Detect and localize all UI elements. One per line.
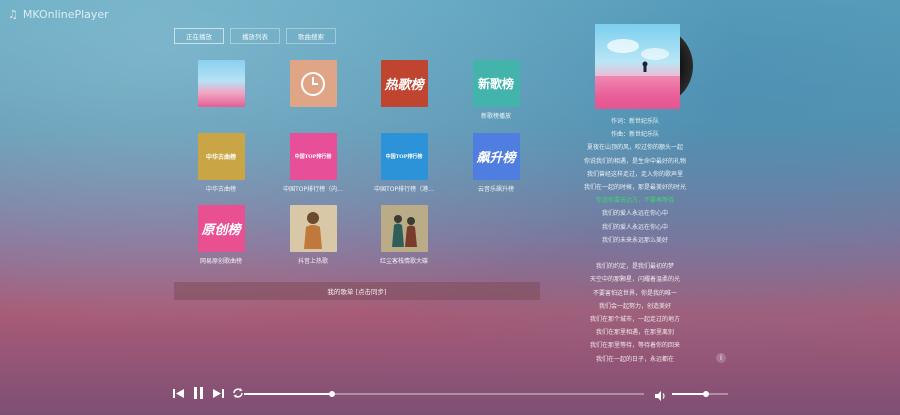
lyric-line: 你说我们的相遇，是生命中最好的礼物	[583, 157, 686, 165]
playlist-cover	[289, 205, 337, 252]
sync-status-bar[interactable]: 我的歌单 [点击同步]	[174, 282, 540, 300]
tab-now-playing[interactable]: 正在播放	[174, 28, 224, 44]
lyric-line-active: 你说你要去远方，不要再等待	[595, 197, 674, 205]
lyric-line: 天空中的那颗星，闪耀着温柔的光	[589, 276, 680, 284]
playlist-cover	[380, 205, 428, 252]
lyric-line: 作曲：新世纪乐队	[610, 131, 659, 139]
next-icon[interactable]	[212, 386, 224, 400]
playlist-label: 网易原创歌曲榜	[199, 258, 242, 265]
playlist-card[interactable]: 热歌榜	[373, 60, 435, 107]
playlist-cover: 飙升榜	[472, 133, 520, 180]
lyric-line	[560, 247, 710, 260]
playlist-cover	[197, 60, 245, 107]
playlist-cover: 中华古曲榜	[197, 133, 245, 180]
progress-fill	[244, 393, 332, 395]
volume-fill	[672, 393, 706, 395]
playlist-label: 中国TOP排行榜（内...	[283, 186, 343, 193]
lyric-line: 我们在那里相遇，在那里离别	[595, 329, 674, 337]
app-title-text: MKOnlinePlayer	[22, 8, 109, 21]
lyric-line: 我们的爱人永远在你心中	[601, 223, 668, 231]
playlist-cover: 热歌榜	[380, 60, 428, 107]
app-title: ♫ MKOnlinePlayer	[8, 8, 109, 21]
playlist-card[interactable]	[282, 60, 344, 107]
playlist-cover: 原创榜	[197, 205, 245, 252]
playlist-card[interactable]: 抖音上热歌	[282, 205, 344, 265]
playlist-card[interactable]: 新歌榜 新歌榜播放	[465, 60, 527, 120]
volume-slider[interactable]	[672, 391, 728, 397]
lyric-line: 我们曾经这样走过，走入你的歌声里	[586, 170, 683, 178]
volume-handle[interactable]	[702, 391, 709, 397]
playlist-card[interactable]: 原创榜 网易原创歌曲榜	[190, 205, 252, 265]
lyric-line: 不要害怕这世界，你是我的唯一	[592, 289, 677, 297]
playlist-label: 云音乐飙升榜	[477, 186, 514, 193]
playlist-label: 中国TOP排行榜（港...	[374, 186, 434, 193]
lyric-line: 我们的约定，是我们最初的梦	[595, 263, 674, 271]
pause-icon[interactable]	[192, 386, 204, 400]
album-cover	[595, 24, 680, 109]
album-cover-scene	[595, 39, 680, 109]
lyric-line: 我们在一起的日子，永远都在	[595, 355, 674, 363]
playlist-card[interactable]: 飙升榜 云音乐飙升榜	[465, 133, 527, 193]
previous-icon[interactable]	[172, 386, 184, 400]
playlist-card[interactable]: 中国TOP排行榜 中国TOP排行榜（港...	[373, 133, 435, 193]
playlist-label: 抖音上热歌	[297, 258, 328, 265]
progress-handle[interactable]	[329, 391, 335, 397]
playlist-cover: 中国TOP排行榜	[380, 133, 428, 180]
lyric-line: 我们在一起的时候，那是最美好的时光	[583, 184, 686, 192]
playlist-card[interactable]	[190, 60, 252, 107]
album-art	[595, 24, 695, 109]
lyric-line: 我们会一起努力，创造美好	[598, 302, 671, 310]
playlist-cover: 新歌榜	[472, 60, 520, 107]
playlist-label: 新歌榜播放	[480, 113, 511, 120]
person-figure-icon	[304, 211, 322, 249]
clock-icon	[301, 71, 325, 96]
music-note-icon: ♫	[8, 8, 18, 21]
lyric-line: 我们在那里等待，等待着你的回来	[589, 342, 680, 350]
lyric-line: 我们的未来永远那么美好	[601, 236, 668, 244]
lyric-line: 夏夜在山顶的风，吹过你的额头一起	[586, 144, 683, 152]
lyrics-panel: 作词：新世纪乐队 作曲：新世纪乐队夏夜在山顶的风，吹过你的额头一起 你说我们的相遇，…	[560, 115, 710, 366]
lyric-line: 我们在那个城市，一起走过的地方	[589, 316, 680, 324]
volume-icon[interactable]	[654, 387, 666, 401]
painting-figures-icon	[392, 214, 417, 247]
lyric-line: 我们的爱人永远在你心中	[601, 210, 668, 218]
playlist-label: 中华古曲榜	[205, 186, 236, 193]
playlist-card[interactable]: 中华古曲榜 中华古曲榜	[190, 133, 252, 193]
playlist-label: 红尘客栈情歌大碟	[379, 258, 428, 265]
playlist-cover: 中国TOP排行榜	[289, 133, 337, 180]
progress-bar[interactable]	[244, 391, 644, 397]
repeat-icon[interactable]	[232, 386, 244, 400]
tab-bar: 正在播放 播放列表 歌曲搜索	[174, 28, 336, 44]
playlist-cover	[289, 60, 337, 107]
info-icon[interactable]: i	[716, 353, 726, 363]
playback-controls	[172, 386, 244, 400]
lyric-line: 作词：新世纪乐队	[610, 118, 659, 125]
playlist-card[interactable]: 红尘客栈情歌大碟	[373, 205, 435, 265]
playlist-card[interactable]: 中国TOP排行榜 中国TOP排行榜（内...	[282, 133, 344, 193]
tab-playlists[interactable]: 播放列表	[230, 28, 280, 44]
tab-search[interactable]: 歌曲搜索	[286, 28, 336, 44]
